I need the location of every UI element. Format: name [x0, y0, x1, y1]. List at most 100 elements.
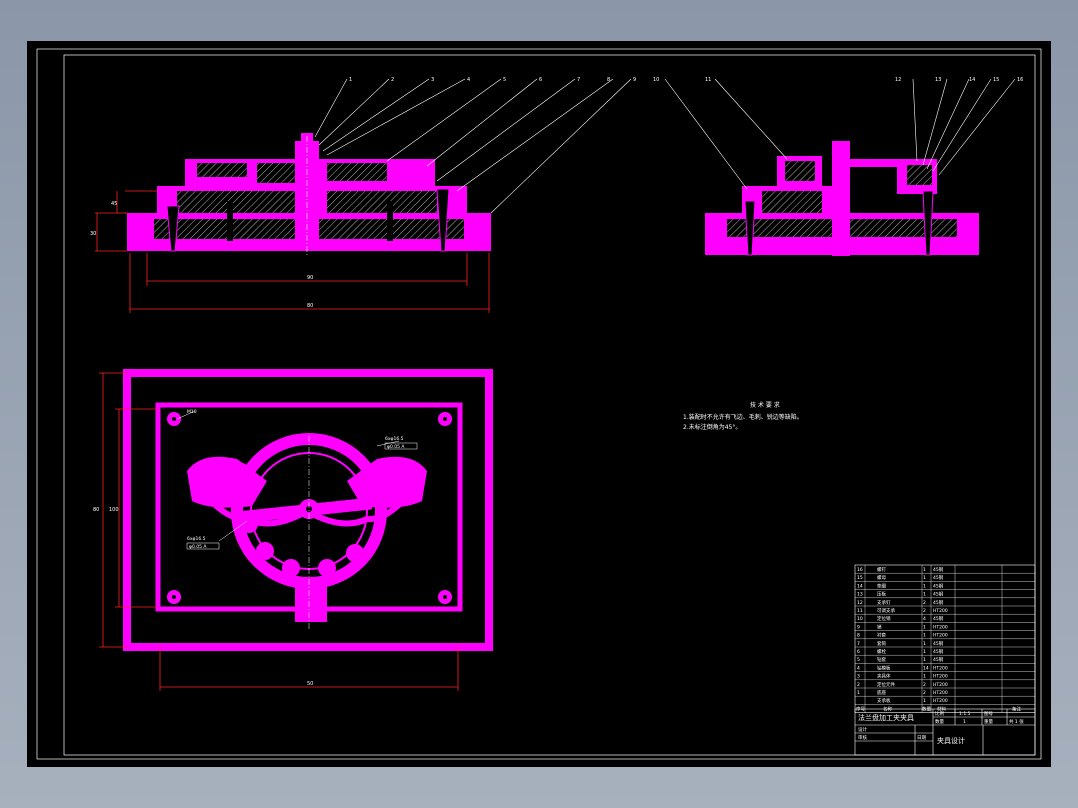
bom-cell-mat: HT200 — [933, 624, 948, 630]
bom-cell-name: 支承板 — [877, 697, 891, 704]
side-column — [832, 141, 850, 256]
body-hatch-left — [177, 191, 297, 213]
bom-cell-qty: 1 — [923, 624, 926, 630]
slot-a — [227, 201, 233, 241]
clamp-head-hatch — [907, 165, 932, 185]
tech-req-line2: 2.未标注倒角为45°。 — [683, 423, 741, 431]
bom-cell-mat: HT200 — [933, 665, 948, 671]
balloon-3: 3 — [431, 77, 434, 83]
bom-cell-qty: 1 — [923, 674, 926, 680]
bottom-block — [295, 584, 327, 622]
bom-row: 9 销 1 HT200 — [857, 623, 948, 630]
part-name: 法兰盘加工夹夹具 — [858, 713, 914, 722]
date-label: 日期 — [917, 735, 926, 741]
bom-cell-mat: 45钢 — [933, 648, 944, 655]
dim-front-height-b: 30 — [90, 231, 96, 237]
bom-cell-no: 9 — [857, 624, 860, 630]
bom-cell-no: 6 — [857, 649, 860, 655]
bom-cell-no: 10 — [857, 616, 863, 622]
balloon-4: 4 — [467, 77, 470, 83]
bom-cell-qty: 2 — [923, 600, 926, 606]
bom-row: 12 支承钉 2 45钢 — [857, 599, 944, 606]
bom-cell-qty: 1 — [923, 698, 926, 704]
bom-cell-mat: 45钢 — [933, 582, 944, 589]
bom-row: 11 可调支承 2 HT200 — [857, 607, 948, 614]
bom-row: 7 套筒 1 45钢 — [857, 640, 944, 647]
bom-cell-qty: 1 — [923, 583, 926, 589]
slot-b — [387, 201, 393, 241]
balloon-6: 6 — [539, 77, 542, 83]
bom-cell-no: 8 — [857, 633, 860, 639]
bom-cell-name: 销 — [877, 623, 882, 630]
bom-cell-name: 可调支承 — [877, 607, 895, 614]
balloon-11: 11 — [705, 77, 711, 83]
bom-cell-name: 套筒 — [877, 640, 886, 647]
bom-cell-qty: 2 — [923, 608, 926, 614]
bom-cell-name: 定位销 — [877, 615, 891, 622]
ratio-label: 比例 — [935, 710, 944, 717]
ratio-value: 1:1.5 — [959, 711, 971, 717]
bom-cell-qty: 1 — [923, 633, 926, 639]
bom-cell-name: 螺钉 — [877, 566, 886, 573]
balloon-14: 14 — [969, 77, 975, 83]
dim-front-height-a: 45 — [111, 201, 117, 207]
bom-cell-no: 4 — [857, 665, 860, 671]
bom-cell-mat: 45钢 — [933, 591, 944, 598]
weight-label: 重量 — [984, 718, 993, 725]
bom-cell-mat: HT200 — [933, 633, 948, 639]
bom-cell-mat: 45钢 — [933, 640, 944, 647]
bom-cell-name: 支承钉 — [877, 599, 891, 606]
balloon-7: 7 — [577, 77, 580, 83]
bom-cell-no: 15 — [857, 575, 863, 581]
bom-cell-qty: 1 — [923, 649, 926, 655]
cad-drawing: 1 2 3 4 5 6 7 8 9 90 80 45 30 10 11 12 1… — [36, 48, 1042, 760]
front-view-left: 1 2 3 4 5 6 7 8 9 90 80 45 30 — [90, 77, 636, 313]
dim-top-height-b: 100 — [109, 507, 119, 513]
balloon-10: 10 — [653, 77, 659, 83]
side-block-hatch — [785, 161, 815, 181]
bom-cell-no: 12 — [857, 600, 863, 606]
label-corner-hole: M10 — [187, 409, 197, 415]
balloon-9: 9 — [633, 77, 636, 83]
bom-cell-name: 垫圈 — [877, 582, 886, 589]
title-block: 法兰盘加工夹夹具 比例 1:1.5 图号 数量 1 重量 共 1 张 设计 审核… — [854, 708, 1036, 756]
bom-cell-mat: 45钢 — [933, 566, 944, 573]
balloon-8: 8 — [607, 77, 610, 83]
bom-row: 6 螺栓 1 45钢 — [857, 648, 944, 655]
dim-top-height-a: 80 — [93, 507, 99, 513]
bom-row: 1 底座 2 HT200 — [857, 689, 948, 696]
balloon-1: 1 — [349, 77, 352, 83]
bom-cell-mat: 45钢 — [933, 574, 944, 581]
bom-cell-mat: HT200 — [933, 698, 948, 704]
bom-cell-no: 14 — [857, 583, 863, 589]
bom-cell-mat: 45钢 — [933, 599, 944, 606]
bom-cell-qty: 4 — [923, 616, 926, 622]
bom-cell-qty: 1 — [923, 641, 926, 647]
bom-cell-qty: 1 — [923, 575, 926, 581]
bom-cell-mat: HT200 — [933, 682, 948, 688]
bill-of-materials: 16 螺钉 1 45钢15 螺母 1 45钢14 垫圈 1 45钢13 压板 1 45钢12 支承钉 2 45… — [854, 564, 1036, 713]
bom-row: 8 衬套 1 HT200 — [857, 632, 948, 639]
bom-cell-name: 钻套 — [877, 656, 886, 663]
drawing-sheet: 1 2 3 4 5 6 7 8 9 90 80 45 30 10 11 12 1… — [27, 41, 1051, 767]
bom-cell-name: 螺母 — [877, 574, 886, 581]
bom-cell-no: 2 — [857, 682, 860, 688]
tech-requirements: 技 术 要 求 1.装配时不允许有飞边、毛刺、锐边等缺陷。 2.未标注倒角为45… — [683, 401, 803, 431]
bom-cell-no: 7 — [857, 641, 860, 647]
balloon-12: 12 — [895, 77, 901, 83]
bom-row: 13 压板 1 45钢 — [857, 591, 944, 598]
side-view-right: 10 11 12 13 14 15 16 — [653, 77, 1023, 256]
bom-cell-qty: 1 — [923, 657, 926, 663]
label-lower-hole-b: φ0.05 A — [189, 544, 207, 550]
bom-cell-name: 螺栓 — [877, 648, 886, 655]
bom-row: 15 螺母 1 45钢 — [857, 574, 944, 581]
designer-label: 设计 — [858, 726, 867, 733]
bom-row: 10 定位销 4 45钢 — [857, 615, 944, 622]
bom-cell-name: 夹具体 — [877, 673, 891, 680]
bom-cell-name: 衬套 — [877, 632, 886, 639]
dim-front-inner: 90 — [307, 275, 313, 281]
course-name: 夹具设计 — [937, 736, 965, 745]
bom-cell-qty: 2 — [923, 690, 926, 696]
bom-cell-mat: HT200 — [933, 690, 948, 696]
checker-label: 审核 — [858, 734, 867, 741]
